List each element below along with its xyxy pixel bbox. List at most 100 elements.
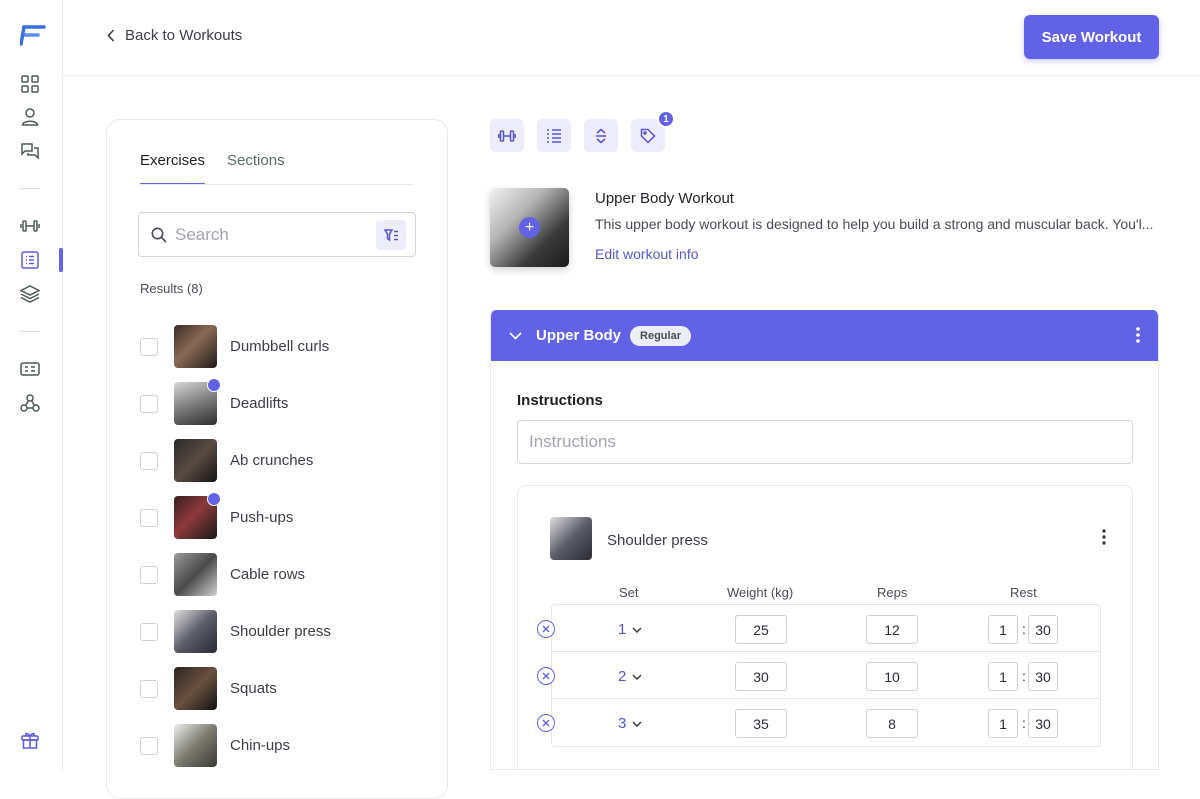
workout-title: Upper Body Workout (595, 190, 734, 207)
dumbbell-icon (498, 129, 516, 142)
time-separator: : (1022, 668, 1026, 684)
set-number: 3 (618, 715, 627, 732)
time-separator: : (1022, 621, 1026, 637)
set-number-select[interactable]: 1 (618, 621, 642, 638)
results-count: Results (8) (140, 281, 203, 296)
rest-minutes-input[interactable]: 1 (988, 662, 1018, 691)
exercise-checkbox[interactable] (140, 451, 158, 470)
edit-workout-info-link[interactable]: Edit workout info (595, 246, 699, 262)
chat-icon[interactable] (19, 140, 41, 162)
sidebar-rail (0, 0, 63, 770)
rail-divider (20, 331, 40, 332)
chevron-down-icon[interactable] (509, 331, 522, 340)
chevron-down-icon (632, 626, 642, 633)
list-item[interactable]: Push-ups (140, 489, 331, 546)
list-icon[interactable] (19, 249, 41, 271)
column-header-set: Set (619, 585, 639, 600)
list-item[interactable]: Chin-ups (140, 717, 331, 774)
remove-set-icon[interactable] (537, 620, 555, 638)
instructions-input[interactable] (517, 420, 1133, 464)
weight-input[interactable]: 35 (735, 709, 787, 738)
user-icon[interactable] (19, 106, 41, 128)
tag-count-badge: 1 (657, 110, 675, 128)
weight-input[interactable]: 25 (735, 615, 787, 644)
dumbbell-icon[interactable] (19, 215, 41, 237)
app-logo[interactable] (20, 24, 46, 46)
list-item[interactable]: Squats (140, 660, 331, 717)
active-indicator (59, 248, 63, 272)
section-header[interactable]: Upper Body Regular (491, 310, 1158, 361)
back-link[interactable]: Back to Workouts (107, 27, 242, 44)
weight-input[interactable]: 30 (735, 662, 787, 691)
rest-minutes-input[interactable]: 1 (988, 709, 1018, 738)
more-options-icon[interactable] (1136, 327, 1140, 343)
equipment-button[interactable] (490, 119, 524, 152)
exercise-checkbox[interactable] (140, 736, 158, 755)
list-item[interactable]: Deadlifts (140, 375, 331, 432)
more-options-icon[interactable] (1102, 529, 1106, 545)
save-workout-button[interactable]: Save Workout (1024, 15, 1159, 59)
search-icon (151, 227, 167, 243)
sets-table: 1 25 12 1 : 30 2 30 10 1 : 30 3 35 8 1:… (537, 604, 1101, 747)
exercise-checkbox[interactable] (140, 565, 158, 584)
add-image-icon[interactable]: + (519, 217, 540, 238)
search-box (138, 212, 416, 257)
dashboard-icon[interactable] (19, 73, 41, 95)
set-number: 1 (618, 621, 627, 638)
reps-input[interactable]: 10 (866, 662, 918, 691)
chevron-down-icon (632, 720, 642, 727)
exercise-name: Dumbbell curls (230, 338, 330, 355)
exercise-thumbnail (174, 439, 217, 482)
list-item[interactable]: Shoulder press (140, 603, 331, 660)
gift-icon[interactable] (19, 729, 41, 751)
table-row: 2 30 10 1 : 30 (537, 652, 1100, 699)
filter-button[interactable] (376, 220, 406, 250)
rest-seconds-input[interactable]: 30 (1028, 709, 1058, 738)
collapse-button[interactable] (584, 119, 618, 152)
rail-divider (20, 188, 40, 189)
exercise-name: Shoulder press (607, 532, 708, 549)
tabs-divider (140, 184, 414, 185)
reps-input[interactable]: 8 (866, 709, 918, 738)
exercise-checkbox[interactable] (140, 394, 158, 413)
collapse-icon (596, 128, 606, 143)
set-number-select[interactable]: 2 (618, 668, 642, 685)
exercise-name: Ab crunches (230, 452, 314, 469)
video-badge-icon (207, 492, 221, 506)
remove-set-icon[interactable] (537, 667, 555, 685)
remove-set-icon[interactable] (537, 714, 555, 732)
rest-seconds-input[interactable]: 30 (1028, 615, 1058, 644)
list-item[interactable]: Dumbbell curls (140, 318, 331, 375)
exercise-name: Push-ups (230, 509, 294, 526)
tab-exercises[interactable]: Exercises (140, 152, 206, 185)
exercise-checkbox[interactable] (140, 622, 158, 641)
filter-icon (383, 228, 398, 241)
rest-seconds-input[interactable]: 30 (1028, 662, 1058, 691)
exercise-thumbnail (174, 553, 217, 596)
exercise-name: Chin-ups (230, 737, 291, 754)
exercise-thumbnail (174, 378, 221, 425)
rest-minutes-input[interactable]: 1 (988, 615, 1018, 644)
set-number-select[interactable]: 3 (618, 715, 642, 732)
exercise-checkbox[interactable] (140, 337, 158, 356)
exercise-checkbox[interactable] (140, 679, 158, 698)
tab-sections[interactable]: Sections (227, 152, 285, 185)
network-icon[interactable] (19, 392, 41, 414)
exercise-thumbnail (174, 492, 221, 539)
reps-input[interactable]: 12 (866, 615, 918, 644)
time-separator: : (1022, 715, 1026, 731)
card-icon[interactable] (19, 358, 41, 380)
list-item[interactable]: Ab crunches (140, 432, 331, 489)
layers-icon[interactable] (19, 283, 41, 305)
tags-button[interactable]: 1 (631, 110, 675, 152)
exercise-thumbnail (174, 610, 217, 653)
list-item[interactable]: Cable rows (140, 546, 331, 603)
top-bar: Back to Workouts Save Workout (63, 0, 1200, 76)
align-button[interactable] (537, 119, 571, 152)
exercise-list: Dumbbell curls Deadlifts Ab crunches Pus… (140, 318, 331, 774)
exercise-thumbnail (550, 517, 592, 560)
search-input[interactable] (175, 224, 365, 245)
section-type-badge: Regular (630, 325, 691, 346)
workout-cover-image[interactable]: + (490, 188, 569, 267)
exercise-checkbox[interactable] (140, 508, 158, 527)
